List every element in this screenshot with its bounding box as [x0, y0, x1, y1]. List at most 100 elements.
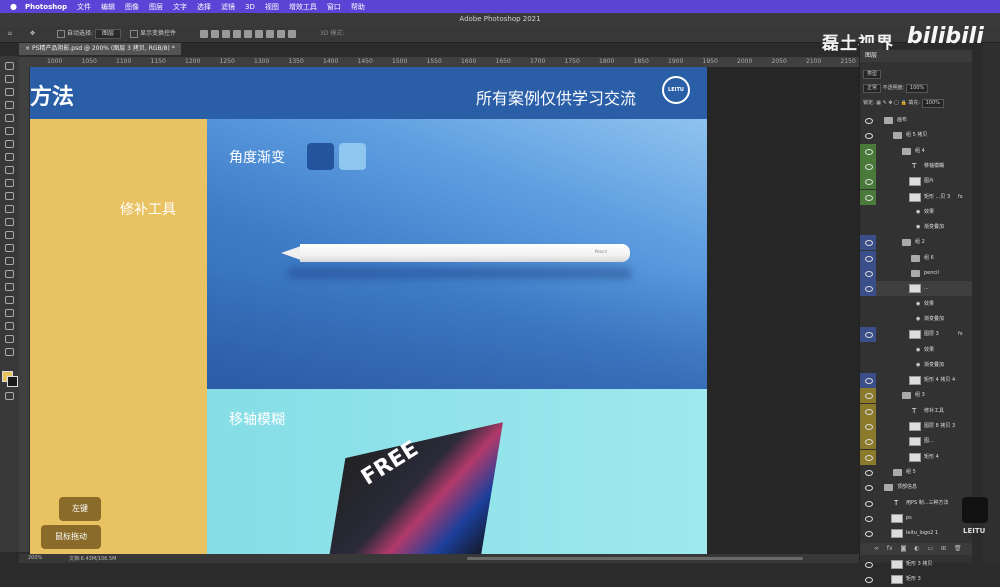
hand-tool-icon[interactable]: [5, 322, 14, 330]
gradient-tool-icon[interactable]: [5, 231, 14, 239]
align-bottom-icon[interactable]: [255, 29, 263, 38]
layer-row[interactable]: pencil: [860, 266, 972, 281]
layer-row[interactable]: 矩形 ...贝 3 fx: [860, 189, 972, 205]
brush-tool-icon[interactable]: [5, 179, 14, 187]
layer-row[interactable]: 组 5 拷贝: [860, 128, 972, 143]
layer-row[interactable]: ◉ 渐变叠加: [860, 312, 972, 327]
app-menu[interactable]: Photoshop: [25, 3, 67, 11]
lock-icons[interactable]: ▦ ✎ ✥ ▢ 🔒: [876, 100, 906, 106]
menu-file[interactable]: 文件: [77, 2, 91, 12]
layer-row[interactable]: T 用PS 制...三种方法: [860, 496, 972, 511]
new-layer-icon[interactable]: ⊞: [941, 545, 946, 552]
quick-mask-icon[interactable]: [5, 392, 14, 400]
align-top-icon[interactable]: [233, 29, 241, 38]
frame-tool-icon[interactable]: [5, 140, 14, 148]
align-middle-icon[interactable]: [244, 29, 252, 38]
new-group-icon[interactable]: ▭: [927, 545, 933, 552]
layer-row[interactable]: ◉ 效果: [860, 205, 972, 220]
visibility-eye-icon[interactable]: [860, 143, 876, 159]
trash-icon[interactable]: 🗑: [954, 545, 962, 552]
layer-row[interactable]: 矩形 4: [860, 449, 972, 465]
move-tool-icon[interactable]: ✥: [30, 29, 35, 39]
apple-icon[interactable]: ●: [10, 2, 17, 11]
fx-icon[interactable]: fx: [887, 545, 893, 552]
magic-wand-icon[interactable]: [5, 114, 14, 122]
auto-select-dropdown[interactable]: 图层: [94, 29, 121, 39]
layer-row[interactable]: 矩形 4 拷贝 4: [860, 373, 972, 389]
visibility-eye-icon[interactable]: [860, 557, 876, 572]
visibility-eye-icon[interactable]: [860, 235, 876, 251]
layer-row[interactable]: 矩形 3 拷贝: [860, 557, 972, 572]
rectangle-tool-icon[interactable]: [5, 309, 14, 317]
history-brush-icon[interactable]: [5, 205, 14, 213]
menu-view[interactable]: 视图: [265, 2, 279, 12]
visibility-eye-icon[interactable]: [860, 480, 876, 495]
pen-tool-icon[interactable]: [5, 270, 14, 278]
layer-row[interactable]: 顶部信息: [860, 480, 972, 495]
healing-brush-icon[interactable]: [5, 166, 14, 174]
visibility-eye-icon[interactable]: [860, 403, 876, 419]
layer-row[interactable]: 组 3: [860, 388, 972, 404]
close-icon[interactable]: ×: [25, 45, 30, 52]
layer-row[interactable]: 图片: [860, 174, 972, 190]
visibility-eye-icon[interactable]: [860, 449, 876, 465]
menu-plugins[interactable]: 增效工具: [289, 2, 317, 12]
menu-select[interactable]: 选择: [197, 2, 211, 12]
effect-eye-icon[interactable]: ◉: [916, 297, 920, 312]
visibility-eye-icon[interactable]: [860, 281, 876, 297]
layer-row[interactable]: ...: [860, 281, 972, 297]
link-layers-icon[interactable]: ∞: [874, 545, 879, 552]
transform-checkbox[interactable]: [130, 29, 138, 38]
visibility-eye-icon[interactable]: [860, 572, 876, 587]
layer-filter-dropdown[interactable]: 类型: [863, 70, 882, 79]
layer-row[interactable]: leitu_logo2 1: [860, 526, 972, 541]
layer-row[interactable]: ◉ 效果: [860, 297, 972, 312]
mask-icon[interactable]: ◙: [901, 545, 907, 552]
menu-3d[interactable]: 3D: [245, 3, 255, 11]
distribute-icon[interactable]: [266, 29, 274, 38]
horizontal-scrollbar[interactable]: [467, 557, 803, 560]
layer-row[interactable]: 组 6: [860, 250, 972, 266]
layer-row[interactable]: T 修补工具: [860, 403, 972, 419]
align-right-icon[interactable]: [222, 29, 230, 38]
visibility-eye-icon[interactable]: [860, 327, 876, 343]
visibility-eye-icon[interactable]: [860, 266, 876, 281]
layer-row[interactable]: ◉ 渐变叠加: [860, 358, 972, 373]
zoom-level[interactable]: 200%: [28, 555, 42, 561]
opacity-field[interactable]: 100%: [905, 84, 929, 93]
layer-row[interactable]: 组 2: [860, 235, 972, 251]
layers-panel-title[interactable]: 图层: [860, 50, 972, 62]
layer-row[interactable]: T 移轴模糊: [860, 158, 972, 174]
blur-tool-icon[interactable]: [5, 244, 14, 252]
effect-eye-icon[interactable]: ◉: [916, 358, 920, 373]
more-tools-icon[interactable]: [5, 348, 14, 356]
zoom-tool-icon[interactable]: [5, 335, 14, 343]
menu-layer[interactable]: 图层: [149, 2, 163, 12]
move-tool-icon[interactable]: [5, 62, 14, 70]
auto-select-checkbox[interactable]: [57, 29, 65, 38]
visibility-eye-icon[interactable]: [860, 434, 876, 450]
quick-select-tool-icon[interactable]: [5, 101, 14, 109]
visibility-eye-icon[interactable]: [860, 373, 876, 389]
eraser-tool-icon[interactable]: [5, 218, 14, 226]
path-select-icon[interactable]: [5, 296, 14, 304]
menu-image[interactable]: 图像: [125, 2, 139, 12]
layer-row[interactable]: 图层 3 fx: [860, 327, 972, 343]
fill-field[interactable]: 100%: [921, 99, 944, 108]
eyedropper-tool-icon[interactable]: [5, 153, 14, 161]
layer-row[interactable]: 画布: [860, 113, 972, 128]
effect-eye-icon[interactable]: ◉: [916, 343, 920, 358]
document-tab[interactable]: × PS精产品阴影.psd @ 200% (图层 3 拷贝, RGB/8) *: [19, 43, 181, 55]
layer-row[interactable]: 矩形 3: [860, 572, 972, 587]
adjustment-icon[interactable]: ◐: [914, 545, 919, 552]
home-icon[interactable]: ⌂: [8, 29, 12, 39]
menu-filter[interactable]: 滤镜: [221, 2, 235, 12]
effect-eye-icon[interactable]: ◉: [916, 220, 920, 235]
dodge-tool-icon[interactable]: [5, 257, 14, 265]
align-left-icon[interactable]: [200, 29, 208, 38]
visibility-eye-icon[interactable]: [860, 250, 876, 266]
menu-edit[interactable]: 编辑: [101, 2, 115, 12]
effect-eye-icon[interactable]: ◉: [916, 312, 920, 327]
blend-mode-dropdown[interactable]: 正常: [863, 84, 882, 93]
effect-eye-icon[interactable]: ◉: [916, 205, 920, 220]
